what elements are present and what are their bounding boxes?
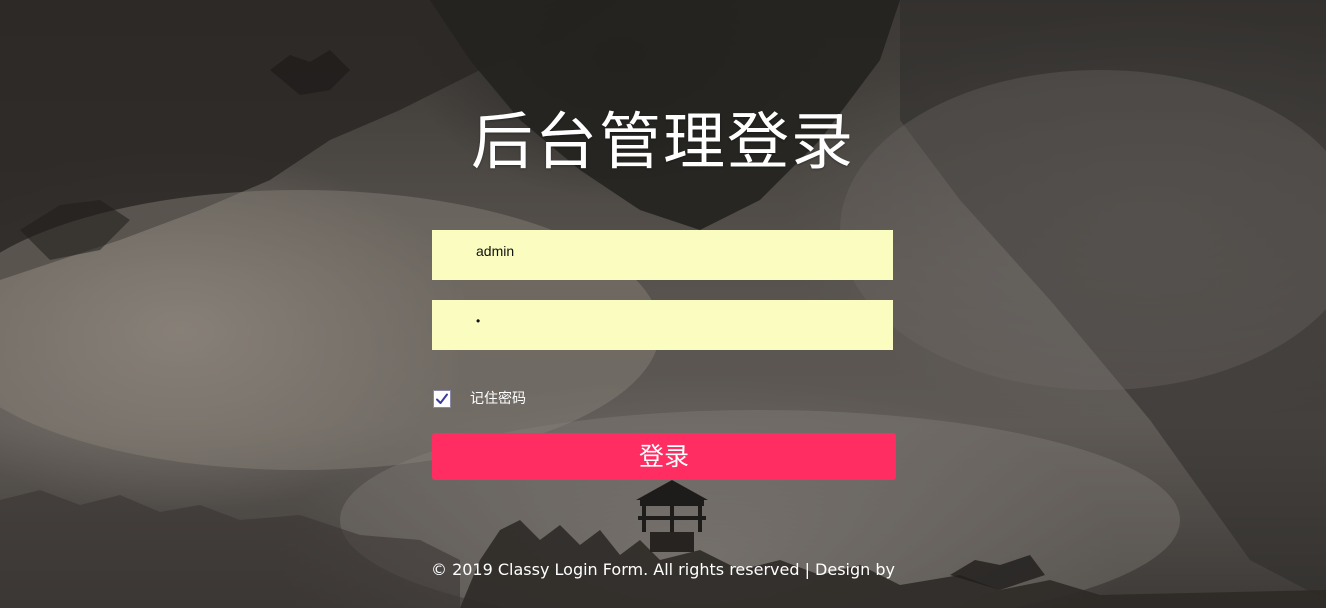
password-input[interactable] [432,300,893,342]
password-field[interactable] [432,300,893,350]
remember-password: 记住密码 [433,388,526,410]
username-input[interactable] [432,230,893,272]
footer-copyright: © 2019 Classy Login Form. All rights res… [430,560,895,579]
login-button[interactable]: 登录 [432,433,896,480]
page-title: 后台管理登录 [470,105,855,178]
check-icon [436,393,448,404]
remember-checkbox[interactable] [433,390,451,408]
username-field[interactable] [432,230,893,280]
remember-label: 记住密码 [470,391,526,407]
